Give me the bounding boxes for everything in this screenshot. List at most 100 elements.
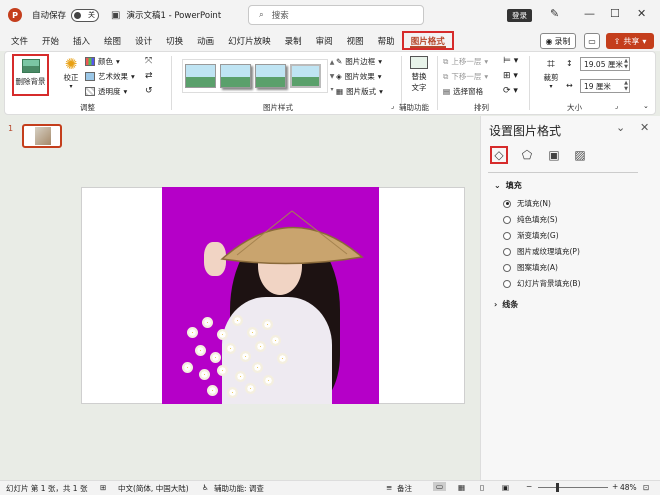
chevron-up-icon[interactable]: ▲ (330, 59, 335, 66)
tab-insert[interactable]: 插入 (66, 30, 97, 51)
radio-button[interactable] (503, 263, 511, 272)
transparency-button[interactable]: 透明度 ▾ (85, 86, 127, 97)
picture-style-3[interactable] (255, 64, 286, 88)
slideshow-icon[interactable]: ▣ (502, 483, 509, 492)
spinner-arrows-icon[interactable]: ▲ ▼ (624, 58, 628, 70)
picture-layout-button[interactable]: ▦ 图片版式 ▾ (336, 86, 383, 97)
slide-sorter-icon[interactable]: ▦ (458, 483, 465, 492)
slide-thumbnail[interactable] (22, 124, 62, 148)
artistic-effects-button[interactable]: 艺术效果 ▾ (85, 71, 135, 82)
share-button[interactable]: ⇪ 共享 ▾ (606, 33, 654, 49)
alt-text-button[interactable]: 替换 文字 (407, 56, 431, 93)
fill-line-icon[interactable]: ◇ (490, 146, 508, 164)
align-icon[interactable]: ⊨ ▾ (503, 56, 518, 66)
fit-slide-icon[interactable]: ⊡ (643, 483, 649, 492)
chevron-down-icon: ▾ (642, 36, 647, 46)
height-spinner[interactable]: 19.05 厘米 ▲ ▼ (580, 57, 630, 71)
zoom-in-icon[interactable]: + (612, 482, 618, 491)
picture-style-1[interactable] (185, 64, 216, 88)
tab-draw[interactable]: 绘图 (97, 30, 128, 51)
remove-background-button[interactable]: 删除背景 (12, 54, 49, 96)
fill-option-none[interactable]: 无填充(N) (503, 198, 551, 209)
tab-animations[interactable]: 动画 (190, 30, 221, 51)
close-pane-icon[interactable]: ✕ (640, 121, 649, 134)
fill-section-header[interactable]: ⌄ 填充 (494, 180, 522, 191)
close-icon[interactable]: ✕ (637, 7, 646, 20)
tab-transitions[interactable]: 切换 (159, 30, 190, 51)
radio-button[interactable] (503, 199, 511, 208)
comment-icon[interactable]: ▭ (584, 33, 600, 49)
picture-icon[interactable]: ▨ (571, 146, 589, 164)
gallery-scroll[interactable]: ▲ ▼ ▾ (328, 59, 336, 93)
change-picture-icon[interactable]: ⇄ (145, 71, 153, 81)
crop-button[interactable]: ⌗ 裁剪 ▾ (539, 56, 563, 90)
fill-option-picture[interactable]: 图片或纹理填充(P) (503, 246, 580, 257)
radio-button[interactable] (503, 231, 511, 240)
tab-view[interactable]: 视图 (340, 30, 371, 51)
tab-picture-format[interactable]: 图片格式 (401, 31, 454, 50)
tab-home[interactable]: 开始 (35, 30, 66, 51)
line-section-header[interactable]: › 线条 (494, 299, 518, 310)
selection-pane-button[interactable]: ▤ 选择窗格 (443, 86, 483, 97)
fill-option-pattern[interactable]: 图案填充(A) (503, 262, 558, 273)
record-button[interactable]: ◉ 录制 (540, 33, 576, 49)
fill-option-solid[interactable]: 纯色填充(S) (503, 214, 558, 225)
tab-file[interactable]: 文件 (0, 30, 35, 51)
corrections-button[interactable]: ✺ 校正 ▾ (59, 56, 83, 90)
zoom-out-icon[interactable]: − (526, 482, 532, 491)
rotate-icon[interactable]: ⟳ ▾ (503, 86, 518, 96)
picture-style-2[interactable] (220, 64, 251, 88)
color-button[interactable]: 颜色 ▾ (85, 56, 120, 67)
spellcheck-icon[interactable]: ⊞ (100, 483, 106, 492)
effects-pentagon-icon[interactable]: ⬠ (518, 146, 536, 164)
reading-view-icon[interactable]: ▯ (480, 483, 484, 492)
alt-text-label-1: 替换 (411, 72, 427, 81)
bring-forward-button[interactable]: ⧉ 上移一层 ▾ (443, 56, 488, 67)
zoom-slider[interactable] (538, 487, 608, 488)
minimize-icon[interactable]: — (584, 7, 595, 20)
tab-slideshow[interactable]: 幻灯片放映 (221, 30, 278, 51)
login-button[interactable]: 登录 (507, 9, 532, 22)
maximize-icon[interactable]: ☐ (610, 7, 620, 20)
group-icon[interactable]: ⊞ ▾ (503, 71, 518, 81)
save-icon[interactable]: ▣ (111, 10, 120, 21)
fill-option-gradient[interactable]: 渐变填充(G) (503, 230, 559, 241)
dialog-launcher-icon[interactable]: ⌟ (615, 102, 618, 110)
picture-effects-button[interactable]: ◈ 图片效果 ▾ (336, 71, 382, 82)
normal-view-icon[interactable]: ▭ (433, 482, 447, 491)
zoom-level[interactable]: 48% (620, 483, 637, 492)
remove-background-icon (21, 59, 40, 73)
accessibility-status[interactable]: 辅助功能: 调查 (214, 483, 264, 494)
reset-picture-icon[interactable]: ↺ (145, 86, 153, 96)
fill-option-slide-background[interactable]: 幻灯片背景填充(B) (503, 278, 581, 289)
size-properties-icon[interactable]: ▣ (545, 146, 563, 164)
width-spinner[interactable]: 19 厘米 ▲ ▼ (580, 79, 630, 93)
radio-button[interactable] (503, 215, 511, 224)
radio-button[interactable] (503, 279, 511, 288)
picture-border-button[interactable]: ✎ 图片边框 ▾ (336, 56, 382, 67)
radio-button[interactable] (503, 247, 511, 256)
tab-review[interactable]: 审阅 (309, 30, 340, 51)
search-box[interactable]: ⌕ 搜索 (248, 5, 424, 25)
compress-pictures-icon[interactable]: ⤧ (145, 56, 152, 66)
tab-record[interactable]: 录制 (278, 30, 309, 51)
language-indicator[interactable]: 中文(简体, 中国大陆) (118, 483, 189, 494)
send-backward-button[interactable]: ⧉ 下移一层 ▾ (443, 71, 488, 82)
tab-help[interactable]: 帮助 (371, 30, 402, 51)
autosave-toggle[interactable]: 关 (71, 8, 100, 22)
separator (171, 56, 172, 110)
spinner-arrows-icon[interactable]: ▲ ▼ (624, 80, 628, 92)
picture-style-4[interactable] (290, 64, 321, 88)
color-label: 颜色 (98, 57, 113, 66)
notes-button[interactable]: 备注 (397, 483, 412, 494)
fill-option-label: 图案填充(A) (517, 263, 558, 272)
chevron-down-icon[interactable]: ▼ (330, 73, 335, 80)
tab-design[interactable]: 设计 (128, 30, 159, 51)
dialog-launcher-icon[interactable]: ⌟ (391, 102, 394, 110)
zoom-slider-handle[interactable] (556, 483, 559, 492)
chevron-down-icon[interactable]: ⌄ (616, 121, 625, 134)
more-icon[interactable]: ▾ (330, 86, 333, 93)
pen-icon[interactable]: ✎ (550, 7, 559, 20)
collapse-ribbon-icon[interactable]: ⌄ (643, 102, 649, 110)
slide-picture[interactable] (162, 187, 379, 404)
